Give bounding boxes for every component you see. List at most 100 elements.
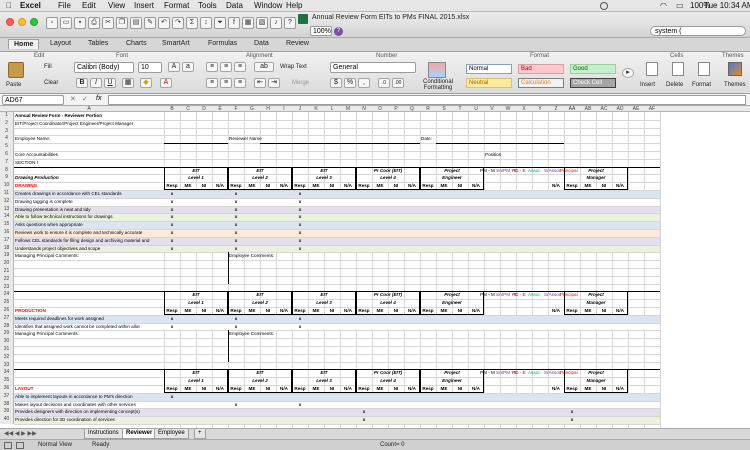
- copy-icon[interactable]: ❐: [116, 17, 128, 29]
- row-header-17[interactable]: 17: [0, 236, 14, 245]
- check-mark[interactable]: x: [564, 417, 580, 423]
- conditional-formatting-icon[interactable]: [428, 62, 446, 78]
- borders-icon[interactable]: ▦: [122, 78, 134, 88]
- decrease-decimal-icon[interactable]: .00: [392, 78, 404, 88]
- row-header-39[interactable]: 39: [0, 408, 14, 417]
- spreadsheet-grid[interactable]: A B C D E F G H I J K L M N O P Q R S T U V W X Y Z AA AB AC AD AE AF 1…: [0, 106, 750, 428]
- check-mark[interactable]: x: [228, 324, 244, 330]
- print-icon[interactable]: ⎙: [88, 17, 100, 29]
- underline-icon[interactable]: U: [104, 78, 116, 88]
- increase-decimal-icon[interactable]: .0: [378, 78, 390, 88]
- row-header-20[interactable]: 20: [0, 260, 14, 268]
- column-header-t[interactable]: T: [452, 106, 468, 112]
- check-mark[interactable]: x: [292, 207, 308, 213]
- style-bad[interactable]: Bad: [518, 64, 564, 74]
- check-mark[interactable]: x: [564, 409, 580, 415]
- row-header-24[interactable]: 24: [0, 291, 14, 300]
- new-icon[interactable]: ▫: [46, 17, 58, 29]
- row-header-11[interactable]: 11: [0, 190, 14, 198]
- row-header-35[interactable]: 35: [0, 377, 14, 385]
- format-cells-icon[interactable]: [698, 62, 710, 76]
- bold-icon[interactable]: B: [76, 78, 88, 88]
- function-wizard-icon[interactable]: fx: [96, 95, 101, 102]
- column-header-q[interactable]: Q: [404, 106, 420, 112]
- style-calculation[interactable]: Calculation: [518, 78, 564, 88]
- number-format-select[interactable]: General: [330, 62, 416, 73]
- row-header-1[interactable]: 1: [0, 112, 14, 120]
- row-header-33[interactable]: 33: [0, 361, 14, 370]
- check-mark[interactable]: x: [228, 191, 244, 197]
- check-mark[interactable]: x: [356, 409, 372, 415]
- zoom-window-icon[interactable]: [30, 18, 38, 26]
- wifi-icon[interactable]: ◠: [660, 1, 667, 10]
- themes-icon[interactable]: [728, 62, 742, 76]
- media-icon[interactable]: ♪: [270, 17, 282, 29]
- toolbox-icon[interactable]: ▧: [256, 17, 268, 29]
- row-header-16[interactable]: 16: [0, 229, 14, 237]
- tab-charts[interactable]: Charts: [126, 40, 147, 47]
- font-name-select[interactable]: Calibri (Body): [74, 62, 134, 73]
- tab-nav-arrows-icon[interactable]: ◀◀ ◀ ▶ ▶▶: [4, 430, 37, 437]
- column-header-aa[interactable]: AA: [564, 106, 580, 112]
- column-header-c[interactable]: C: [180, 106, 196, 112]
- tab-formulas[interactable]: Formulas: [208, 40, 237, 47]
- column-header-b[interactable]: B: [164, 106, 180, 112]
- check-mark[interactable]: x: [164, 246, 180, 252]
- row-header-5[interactable]: 5: [0, 143, 14, 151]
- help-circle-icon[interactable]: ?: [334, 27, 343, 36]
- page-layout-icon[interactable]: [16, 442, 24, 449]
- column-header-ad[interactable]: AD: [612, 106, 628, 112]
- check-mark[interactable]: x: [164, 316, 180, 322]
- paste-button[interactable]: Paste: [6, 82, 21, 88]
- check-mark[interactable]: x: [164, 191, 180, 197]
- row-header-10[interactable]: 10: [0, 182, 14, 190]
- themes-button[interactable]: Themes: [724, 82, 746, 88]
- cut-icon[interactable]: ✂: [102, 17, 114, 29]
- align-middle-icon[interactable]: ≡: [220, 62, 232, 72]
- insert-cells-icon[interactable]: [646, 62, 658, 76]
- check-mark[interactable]: x: [292, 214, 308, 220]
- shrink-font-icon[interactable]: a: [182, 62, 194, 72]
- row-header-13[interactable]: 13: [0, 205, 14, 214]
- column-header-j[interactable]: J: [292, 106, 308, 112]
- column-header-x[interactable]: X: [516, 106, 532, 112]
- formula-cancel-icon[interactable]: ✕: [70, 95, 76, 103]
- style-check-cell[interactable]: Check Cell: [570, 78, 616, 88]
- paste-clipboard-icon[interactable]: [8, 62, 24, 78]
- check-mark[interactable]: x: [164, 199, 180, 205]
- menu-format[interactable]: Format: [164, 1, 189, 10]
- menu-view[interactable]: View: [108, 1, 125, 10]
- comma-icon[interactable]: ,: [358, 78, 370, 88]
- format-painter-icon[interactable]: ✎: [144, 17, 156, 29]
- font-size-select[interactable]: 10: [138, 62, 162, 73]
- sheet-tab-reviewer[interactable]: Reviewer: [122, 429, 157, 439]
- column-header-r[interactable]: R: [420, 106, 436, 112]
- row-header-29[interactable]: 29: [0, 330, 14, 339]
- column-header-k[interactable]: K: [308, 106, 324, 112]
- minimize-window-icon[interactable]: [18, 18, 26, 26]
- help-icon[interactable]: ?: [284, 17, 296, 29]
- row-header-31[interactable]: 31: [0, 346, 14, 354]
- row-header-18[interactable]: 18: [0, 244, 14, 253]
- autosum-icon[interactable]: Σ: [186, 17, 198, 29]
- battery-icon[interactable]: ▭: [676, 1, 684, 10]
- check-mark[interactable]: x: [164, 324, 180, 330]
- row-header-22[interactable]: 22: [0, 275, 14, 284]
- column-header-l[interactable]: L: [324, 106, 340, 112]
- row-header-28[interactable]: 28: [0, 322, 14, 331]
- row-header-14[interactable]: 14: [0, 213, 14, 222]
- formula-input[interactable]: [108, 95, 746, 105]
- column-header-f[interactable]: F: [228, 106, 244, 112]
- tab-smartart[interactable]: SmartArt: [162, 40, 190, 47]
- fill-color-icon[interactable]: ◆: [140, 78, 152, 88]
- check-mark[interactable]: x: [228, 230, 244, 236]
- apple-icon[interactable]: : [6, 1, 12, 10]
- check-mark[interactable]: x: [228, 402, 244, 408]
- row-header-25[interactable]: 25: [0, 299, 14, 307]
- row-header-32[interactable]: 32: [0, 353, 14, 362]
- column-header-w[interactable]: W: [500, 106, 516, 112]
- check-mark[interactable]: x: [164, 207, 180, 213]
- sync-icon[interactable]: [600, 2, 608, 10]
- row-header-40[interactable]: 40: [0, 416, 14, 424]
- undo-icon[interactable]: ↶: [158, 17, 170, 29]
